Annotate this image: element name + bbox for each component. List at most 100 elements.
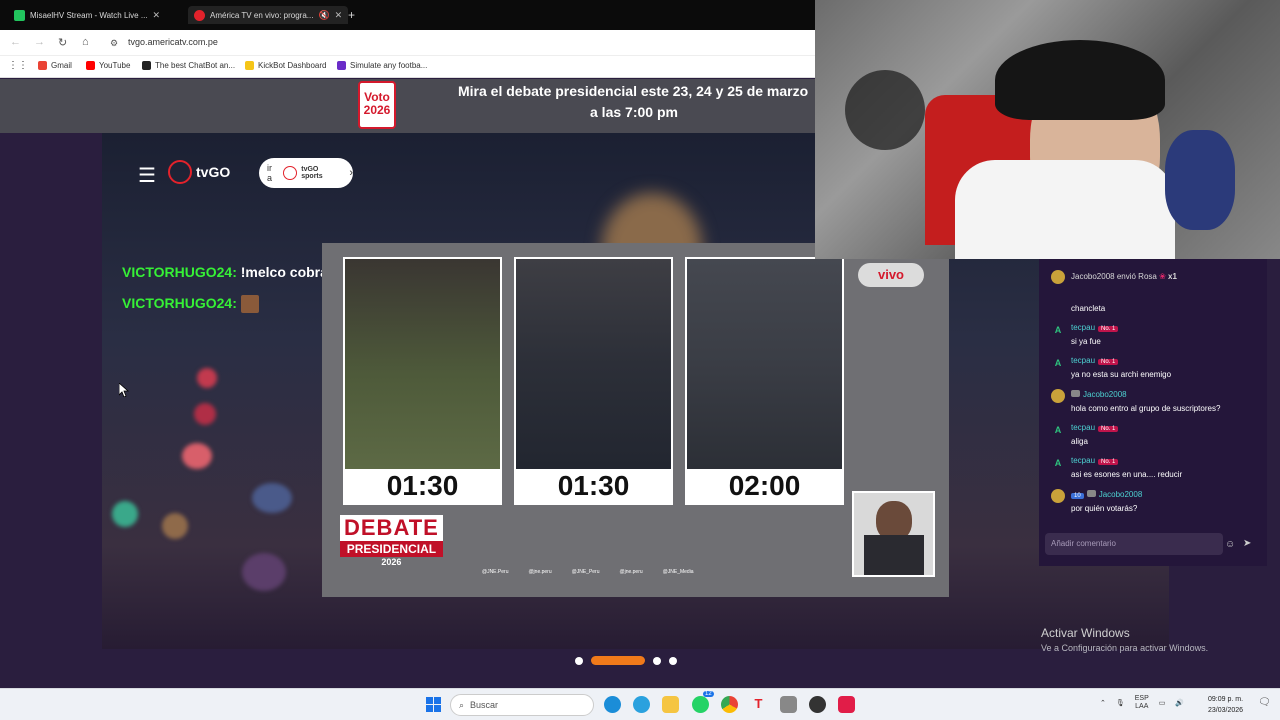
tab-americatv[interactable]: América TV en vivo: progra... 🔇 ✕ (188, 6, 349, 24)
chat-username[interactable]: tecpau No. 1 (1071, 356, 1119, 365)
taskbar-search[interactable]: ⌕ Buscar (450, 694, 594, 716)
tiktok-icon[interactable] (838, 696, 855, 713)
rose-icon: ❀ (1159, 272, 1166, 281)
network-icon[interactable]: ▭ (1159, 699, 1166, 707)
chat-message: aliga (1071, 437, 1088, 446)
comment-input[interactable]: Añadir comentario (1045, 533, 1223, 555)
chatbot-icon (142, 61, 151, 70)
bookmark-gmail[interactable]: Gmail (38, 61, 72, 70)
candidate-photo (687, 259, 842, 469)
chevron-up-icon[interactable]: ⌃ (1100, 699, 1106, 707)
bokeh-light (194, 403, 216, 425)
notifications-icon[interactable]: 🗨 (1258, 697, 1271, 708)
chat-username[interactable]: tecpau No. 1 (1071, 323, 1119, 332)
level-badge: 10 (1071, 493, 1084, 499)
windows-activation-watermark: Activar Windows Ve a Configuración para … (1041, 626, 1209, 653)
tab-title: MisaelHV Stream - Watch Live ... (30, 10, 148, 20)
avatar (1051, 489, 1065, 503)
bokeh-light (182, 443, 212, 469)
banner-text-line1: Mira el debate presidencial este 23, 24 … (458, 83, 809, 99)
bokeh-light (252, 483, 292, 513)
chat-message: chancleta (1071, 304, 1106, 313)
sign-language-interpreter (852, 491, 935, 577)
candidate-panel: 01:30 (514, 257, 673, 505)
bokeh-light (197, 368, 217, 388)
close-tab-icon[interactable]: ✕ (335, 10, 343, 21)
forward-icon[interactable]: → (34, 36, 45, 48)
send-icon[interactable]: ➤ (1243, 538, 1251, 549)
tab-misaelhv[interactable]: MisaelHV Stream - Watch Live ... ✕ (14, 6, 160, 24)
tab-favicon-icon (14, 9, 25, 21)
live-chat-panel: Jacobo2008 envió Rosa ❀ x1 chancleta A t… (1039, 259, 1267, 566)
rank-badge: No. 1 (1098, 426, 1119, 432)
bokeh-light (112, 501, 138, 527)
chat-username[interactable]: tecpau No. 1 (1071, 456, 1119, 465)
avatar: A (1054, 458, 1062, 468)
menu-icon[interactable]: ☰ (138, 163, 156, 188)
debate-video[interactable]: 01:30 01:30 02:00 vivo DEBATE PRESIDENCI… (322, 243, 949, 597)
globe-icon (283, 166, 298, 180)
bookmark-kickbot[interactable]: KickBot Dashboard (245, 61, 326, 70)
promo-banner[interactable]: Voto 2026 Mira el debate presidencial es… (0, 79, 815, 133)
back-icon[interactable]: ← (10, 36, 21, 48)
file-explorer-icon[interactable] (662, 696, 679, 713)
site-info-icon[interactable]: ⚙ (110, 38, 118, 49)
candidate-timer: 01:30 (386, 470, 459, 501)
system-tray: ⌃ 🎙 ESP LAA ▭ 🔊 (1100, 695, 1184, 711)
rank-badge: No. 1 (1098, 359, 1119, 365)
carousel-dot[interactable] (575, 656, 583, 665)
home-icon[interactable]: ⌂ (82, 36, 89, 48)
chat-message: ya no esta su archi enemigo (1071, 370, 1172, 379)
close-tab-icon[interactable]: ✕ (153, 10, 161, 21)
edge-icon[interactable] (604, 696, 621, 713)
bookmark-simulate[interactable]: Simulate any footba... (337, 61, 427, 70)
rank-badge: No. 1 (1098, 326, 1119, 332)
volume-icon[interactable]: 🔊 (1175, 699, 1184, 707)
carousel-dot-active[interactable] (591, 656, 645, 665)
carousel-dot[interactable] (653, 656, 661, 665)
bookmarks-bar: ⋮⋮ Gmail YouTube The best ChatBot an... … (0, 56, 815, 78)
microphone-icon[interactable]: 🎙 (1116, 699, 1125, 707)
mute-tab-icon[interactable]: 🔇 (318, 10, 329, 21)
avatar (1051, 270, 1065, 284)
chevron-right-icon: › (349, 167, 353, 179)
text-editor-icon[interactable]: T (750, 696, 767, 713)
chat-message: por quién votarás? (1071, 504, 1138, 513)
streamer-webcam (815, 0, 1280, 259)
carousel-dot[interactable] (669, 656, 677, 665)
go-to-tvgo-sports-button[interactable]: ir a tvGO sports › (259, 158, 353, 188)
bokeh-light (162, 513, 188, 539)
tvgo-logo[interactable]: tvGO (168, 160, 230, 184)
language-indicator[interactable]: ESP LAA (1135, 695, 1149, 711)
candidate-timer: 01:30 (557, 470, 630, 501)
gift-message: Jacobo2008 envió Rosa ❀ x1 (1071, 272, 1177, 281)
candidate-photo (516, 259, 671, 469)
simulate-icon (337, 61, 346, 70)
globe-icon (168, 160, 192, 184)
bokeh-light (242, 553, 286, 591)
rank-badge: No. 1 (1098, 459, 1119, 465)
whatsapp-icon[interactable] (692, 696, 709, 713)
emote-icon (240, 295, 259, 314)
apps-icon[interactable]: ⋮⋮ (8, 60, 28, 71)
emoji-icon[interactable]: ☺ (1225, 539, 1235, 550)
bookmark-chatbot[interactable]: The best ChatBot an... (142, 61, 235, 70)
app-icon[interactable] (809, 696, 826, 713)
bookmark-youtube[interactable]: YouTube (86, 61, 130, 70)
candidate-photo (345, 259, 500, 469)
reload-icon[interactable]: ↻ (58, 36, 67, 49)
calculator-icon[interactable] (780, 696, 797, 713)
chat-message: hola como entro al grupo de suscriptores… (1071, 404, 1221, 413)
url-field[interactable]: tvgo.americatv.com.pe (128, 37, 218, 47)
chat-username[interactable]: 10 Jacobo2008 (1071, 490, 1142, 499)
new-tab-button[interactable]: + (348, 6, 355, 24)
telegram-icon[interactable] (633, 696, 650, 713)
plush-toy (1165, 130, 1235, 230)
fan-icon (845, 70, 925, 150)
taskbar-clock[interactable]: 09:09 p. m. 23/03/2026 (1208, 694, 1243, 716)
subscriber-badge-icon (1071, 390, 1080, 397)
chat-username[interactable]: Jacobo2008 (1071, 390, 1127, 399)
windows-start-icon[interactable] (426, 697, 441, 712)
chat-username[interactable]: tecpau No. 1 (1071, 423, 1119, 432)
chrome-icon[interactable] (721, 696, 738, 713)
